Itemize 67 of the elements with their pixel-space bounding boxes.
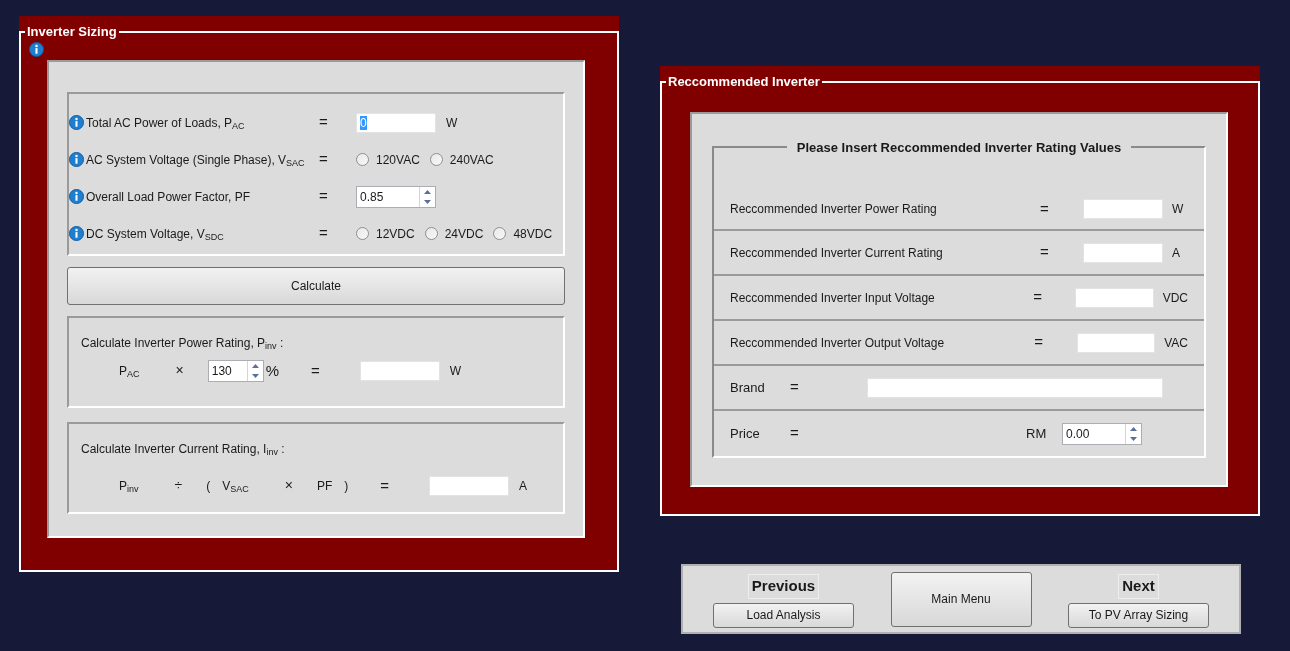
load-analysis-button[interactable]: Load Analysis: [713, 602, 854, 628]
calculation-title: Calculate Inverter Power Rating, P$_{inv}$ :: [81, 334, 285, 352]
number-spinner[interactable]: 0.00: [1062, 422, 1142, 445]
equals-sign: =: [1034, 332, 1045, 353]
input-field[interactable]: [1075, 287, 1154, 308]
formula-term: P$_{inv}$: [119, 477, 139, 495]
calculate-button[interactable]: Calculate: [67, 266, 565, 305]
radio-option[interactable]: 48VDC: [493, 224, 553, 243]
previous-heading: Previous: [747, 574, 820, 599]
currency-label: RM: [1026, 424, 1048, 443]
formula-term: P$_{AC}$: [119, 362, 140, 380]
unit-label: W: [449, 362, 462, 380]
formula-term: PF: [316, 477, 333, 495]
equals-sign: =: [311, 360, 320, 381]
unit-label: W: [446, 114, 458, 132]
input-field[interactable]: [1076, 332, 1156, 353]
operator-sign: ×: [284, 476, 293, 496]
formula-term: (: [206, 477, 211, 495]
equals-sign: =: [319, 149, 329, 170]
operator-sign: ×: [175, 361, 184, 381]
field-label: Overall Load Power Factor, PF: [86, 188, 252, 206]
equals-sign: =: [319, 223, 329, 244]
panel-title: Inverter Sizing: [26, 23, 118, 41]
formula-term: ): [344, 477, 349, 495]
equals-sign: =: [1040, 198, 1050, 219]
field-label: AC System Voltage (Single Phase), V$_{SAC}$: [86, 151, 306, 169]
radio-option[interactable]: 24VDC: [424, 224, 484, 243]
panel-title: Reccommended Inverter: [667, 73, 821, 91]
input-field[interactable]: [867, 377, 1163, 398]
field-label: Price: [730, 424, 761, 443]
input-field[interactable]: [429, 475, 510, 496]
equals-sign: =: [1040, 242, 1050, 263]
main-menu-button[interactable]: Main Menu: [890, 571, 1032, 627]
unit-label: VAC: [1164, 334, 1188, 352]
equals-sign: =: [319, 186, 329, 207]
field-label: Reccommended Inverter Power Rating: [730, 201, 938, 218]
next-heading: Next: [1118, 574, 1159, 599]
calculation-title: Calculate Inverter Current Rating, I$_{inv}$ :: [81, 440, 286, 458]
number-spinner[interactable]: 130: [207, 359, 264, 382]
radio-option[interactable]: 120VAC: [356, 150, 420, 169]
formula-term: %: [265, 360, 280, 381]
input-field[interactable]: [1083, 199, 1163, 219]
info-icon[interactable]: [29, 41, 44, 57]
equals-sign: =: [1033, 287, 1043, 308]
unit-label: W: [1172, 201, 1184, 218]
field-label: Reccommended Inverter Output Voltage: [730, 334, 946, 352]
field-label: DC System Voltage, V$_{SDC}$: [86, 225, 225, 243]
unit-label: A: [519, 477, 528, 495]
unit-label: VDC: [1162, 289, 1188, 307]
equals-sign: =: [380, 475, 390, 496]
field-label: Brand: [730, 378, 766, 397]
pv-array-sizing-button[interactable]: To PV Array Sizing: [1068, 602, 1209, 628]
equals-sign: =: [319, 112, 329, 133]
field-label: Reccommended Inverter Input Voltage: [730, 289, 936, 307]
input-field[interactable]: [359, 360, 440, 381]
number-spinner[interactable]: 0.85: [356, 185, 436, 208]
unit-label: A: [1172, 244, 1180, 262]
equals-sign: =: [790, 423, 800, 444]
field-label: Total AC Power of Loads, P$_{AC}$: [86, 114, 246, 132]
equals-sign: =: [790, 377, 800, 398]
operator-sign: ÷: [174, 476, 183, 496]
group-title: Please Insert Reccommended Inverter Rating Values: [795, 138, 1123, 157]
radio-option[interactable]: 12VDC: [356, 224, 415, 243]
input-field[interactable]: [1083, 242, 1163, 263]
radio-option[interactable]: 240VAC: [429, 150, 494, 169]
formula-term: V$_{SAC}$: [222, 477, 249, 495]
field-label: Reccommended Inverter Current Rating: [730, 244, 944, 262]
